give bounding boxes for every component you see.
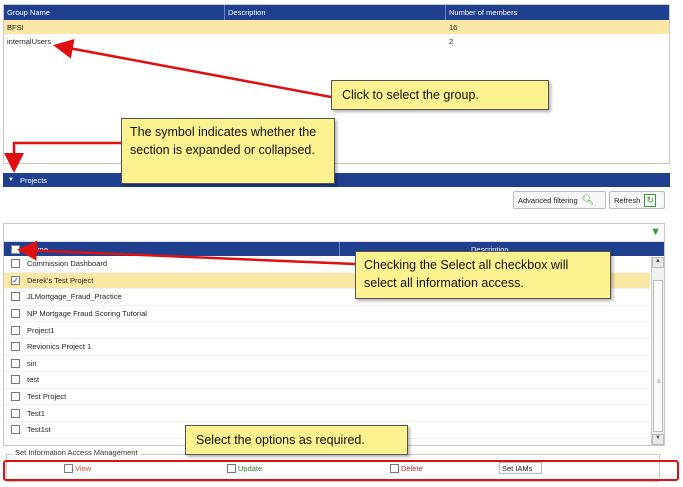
callout-options: Select the options as required.: [185, 425, 408, 455]
project-checkbox[interactable]: [11, 358, 20, 368]
group-members: 16: [449, 22, 458, 32]
project-row[interactable]: Project1: [4, 322, 650, 339]
scrollbar-thumb[interactable]: ≡: [653, 280, 663, 432]
project-row[interactable]: NP Mortgage Fraud Scoring Tutorial: [4, 306, 650, 323]
project-row[interactable]: Revionics Project 1: [4, 339, 650, 356]
project-checkbox[interactable]: [11, 342, 20, 352]
project-row[interactable]: Test1: [4, 405, 650, 422]
groups-table-header: Group Name Description Number of members: [4, 5, 669, 20]
iam-legend: Set Information Access Management: [12, 448, 141, 457]
project-label: Revionics Project 1: [27, 342, 92, 352]
column-name[interactable]: Name: [28, 245, 48, 254]
column-description[interactable]: Description: [225, 5, 446, 20]
column-divider: [339, 242, 340, 256]
project-checkbox[interactable]: [11, 425, 20, 435]
refresh-icon: ↻: [644, 193, 657, 207]
refresh-button[interactable]: Refresh ↻: [609, 191, 665, 209]
group-row-bfsi[interactable]: BFSI 16: [4, 20, 669, 34]
project-label: Derek's Test Project: [27, 275, 94, 285]
refresh-label: Refresh: [614, 195, 641, 205]
project-label: Test1st: [27, 425, 51, 435]
project-checkbox[interactable]: [11, 259, 20, 269]
options-highlight: [3, 460, 679, 481]
callout-symbol: The symbol indicates whether the section…: [121, 118, 335, 184]
project-checkbox[interactable]: [11, 392, 20, 402]
project-label: test: [27, 375, 40, 385]
project-row[interactable]: Test Project: [4, 389, 650, 406]
column-group-name[interactable]: Group Name: [4, 5, 225, 20]
project-label: JLMortgage_Fraud_Practice: [27, 292, 122, 302]
search-icon: 🔍︎: [581, 194, 595, 206]
project-label: Test1: [27, 408, 45, 418]
scroll-up-icon[interactable]: ▲: [652, 257, 664, 268]
project-label: NP Mortgage Fraud Scoring Tutorial: [27, 309, 147, 319]
project-row[interactable]: sin: [4, 356, 650, 373]
projects-title: Projects: [19, 175, 48, 185]
column-members[interactable]: Number of members: [446, 5, 669, 20]
callout-select-all: Checking the Select all checkbox will se…: [355, 251, 611, 299]
project-checkbox[interactable]: [11, 309, 20, 319]
advanced-filtering-button[interactable]: Advanced filtering 🔍︎: [513, 191, 606, 209]
project-checkbox[interactable]: [11, 325, 20, 335]
group-members: 2: [449, 36, 454, 46]
filter-icon[interactable]: ▼: [650, 226, 661, 238]
project-checkbox[interactable]: ✓: [11, 275, 20, 285]
project-label: Commission Dashboard: [27, 259, 108, 269]
project-checkbox[interactable]: [11, 375, 20, 385]
project-row[interactable]: test: [4, 372, 650, 389]
collapse-triangle-icon[interactable]: ▼: [8, 177, 14, 183]
project-label: Project1: [27, 325, 55, 335]
group-name: internalUsers: [7, 36, 52, 46]
grip-icon: ≡: [657, 379, 661, 385]
filter-row: ▼: [4, 224, 664, 242]
scroll-down-icon[interactable]: ▼: [652, 434, 664, 445]
group-row-internalusers[interactable]: internalUsers 2: [4, 34, 669, 48]
select-all-checkbox[interactable]: [11, 244, 20, 254]
project-checkbox[interactable]: [11, 292, 20, 302]
vertical-scrollbar[interactable]: ▲ ≡ ▼: [651, 257, 664, 445]
group-name: BFSI: [7, 22, 24, 32]
projects-section-header[interactable]: ▼ Projects: [3, 173, 670, 187]
callout-select-group: Click to select the group.: [331, 80, 549, 110]
project-label: Test Project: [27, 392, 67, 402]
advanced-filtering-label: Advanced filtering: [518, 195, 578, 205]
project-checkbox[interactable]: [11, 408, 20, 418]
project-label: sin: [27, 358, 37, 368]
